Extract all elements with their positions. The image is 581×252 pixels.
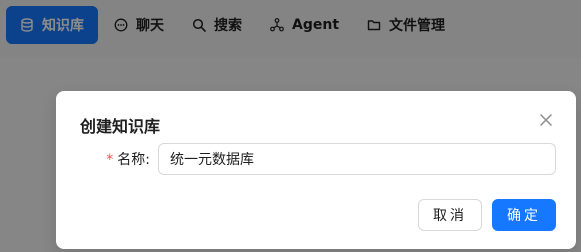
required-mark: * [106,152,114,168]
name-label: * 名称: [106,152,150,168]
create-knowledge-base-dialog: 创建知识库 *名称: 取消 确定 [56,91,576,249]
modal-mask-top [0,0,581,58]
name-form-row: * 名称: [80,143,556,175]
confirm-button[interactable]: 确定 [492,199,556,231]
cancel-button[interactable]: 取消 [418,199,482,231]
close-button[interactable] [536,110,556,130]
dialog-title: 创建知识库 [80,117,161,136]
name-input[interactable] [158,143,556,175]
dialog-footer: 取消 确定 [418,199,556,231]
close-icon [540,114,552,126]
